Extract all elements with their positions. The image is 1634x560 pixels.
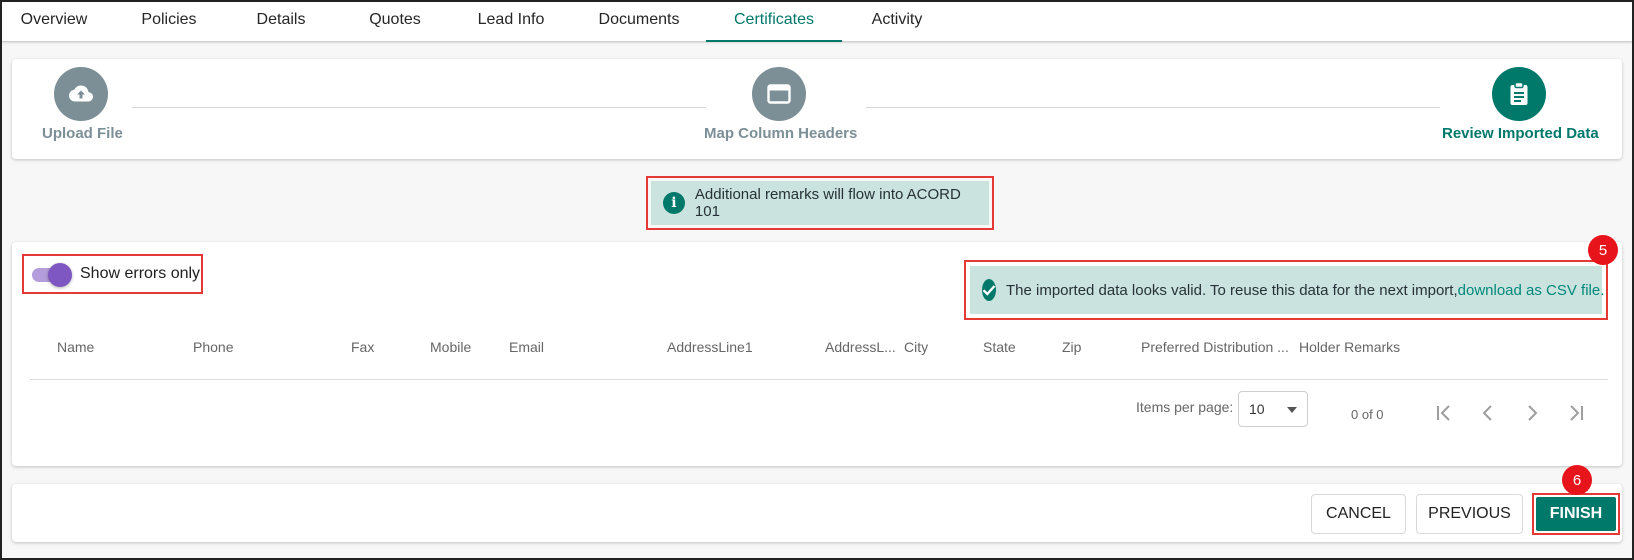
download-csv-link[interactable]: download as CSV file. xyxy=(1458,282,1605,299)
show-errors-toggle-highlight: Show errors only xyxy=(22,254,203,294)
previous-page-button[interactable] xyxy=(1474,399,1502,427)
column-header-address-line-1[interactable]: AddressLine1 xyxy=(667,339,753,355)
annotation-badge: 5 xyxy=(1588,235,1618,265)
tab-quotes[interactable]: Quotes xyxy=(352,2,438,42)
table-header-divider xyxy=(30,379,1608,380)
chevron-right-icon xyxy=(1528,405,1538,421)
info-banner-highlight: i Additional remarks will flow into ACOR… xyxy=(646,176,994,230)
tab-lead-info[interactable]: Lead Info xyxy=(464,2,558,42)
items-per-page-value: 10 xyxy=(1249,401,1265,417)
window-icon xyxy=(767,84,791,104)
step-connector xyxy=(866,107,1440,108)
column-header-phone[interactable]: Phone xyxy=(193,339,233,355)
column-header-name[interactable]: Name xyxy=(57,339,94,355)
last-page-icon xyxy=(1570,405,1583,421)
step-label-review-imported-data: Review Imported Data xyxy=(1442,125,1599,142)
first-page-button[interactable] xyxy=(1430,399,1458,427)
step-connector xyxy=(132,107,706,108)
column-header-address-line-2[interactable]: AddressL... xyxy=(825,339,897,355)
clipboard-icon xyxy=(1510,82,1528,105)
paginator-range-label: 0 of 0 xyxy=(1351,407,1384,422)
column-header-state[interactable]: State xyxy=(983,339,1016,355)
toggle-thumb[interactable] xyxy=(48,263,72,287)
last-page-button[interactable] xyxy=(1562,399,1590,427)
step-upload-file[interactable] xyxy=(54,67,108,121)
tab-activity[interactable]: Activity xyxy=(860,2,934,42)
previous-button[interactable]: PREVIOUS xyxy=(1416,494,1523,534)
valid-banner: The imported data looks valid. To reuse … xyxy=(970,266,1605,314)
import-stepper: Upload File Map Column Headers Review Im… xyxy=(12,59,1622,159)
cancel-button[interactable]: CANCEL xyxy=(1311,494,1406,534)
column-header-preferred-distribution[interactable]: Preferred Distribution ... xyxy=(1141,339,1289,355)
toggle-label[interactable]: Show errors only xyxy=(80,265,200,283)
valid-banner-highlight: The imported data looks valid. To reuse … xyxy=(964,260,1608,320)
column-header-holder-remarks[interactable]: Holder Remarks xyxy=(1299,339,1400,355)
tab-documents[interactable]: Documents xyxy=(590,2,688,42)
items-per-page-label: Items per page: xyxy=(1136,399,1234,415)
chevron-left-icon xyxy=(1482,405,1492,421)
annotation-badge: 6 xyxy=(1562,465,1592,495)
column-header-city[interactable]: City xyxy=(904,339,928,355)
column-header-zip[interactable]: Zip xyxy=(1062,339,1081,355)
tab-overview[interactable]: Overview xyxy=(10,2,98,42)
check-circle-icon xyxy=(982,279,996,301)
info-banner-text: Additional remarks will flow into ACORD … xyxy=(694,186,961,220)
items-per-page-select[interactable]: 10 xyxy=(1238,391,1308,427)
column-header-mobile[interactable]: Mobile xyxy=(430,339,471,355)
chevron-down-icon xyxy=(1287,407,1297,413)
column-header-fax[interactable]: Fax xyxy=(351,339,374,355)
app-frame: Overview Policies Details Quotes Lead In… xyxy=(0,0,1634,560)
step-label-upload-file: Upload File xyxy=(42,125,123,142)
tab-policies[interactable]: Policies xyxy=(122,2,216,42)
step-label-map-column-headers: Map Column Headers xyxy=(704,125,858,142)
info-banner: i Additional remarks will flow into ACOR… xyxy=(651,181,989,225)
step-review-imported-data[interactable] xyxy=(1492,67,1546,121)
finish-button-highlight: FINISH xyxy=(1532,493,1620,535)
step-map-column-headers[interactable] xyxy=(752,67,806,121)
tab-details[interactable]: Details xyxy=(240,2,322,42)
tab-bar: Overview Policies Details Quotes Lead In… xyxy=(2,2,1632,42)
next-page-button[interactable] xyxy=(1518,399,1546,427)
column-header-email[interactable]: Email xyxy=(509,339,544,355)
cloud-upload-icon xyxy=(69,85,93,102)
info-icon: i xyxy=(663,192,685,214)
tab-certificates[interactable]: Certificates xyxy=(706,2,842,42)
first-page-icon xyxy=(1437,405,1450,421)
finish-button[interactable]: FINISH xyxy=(1536,497,1616,531)
valid-banner-text: The imported data looks valid. To reuse … xyxy=(1006,281,1458,299)
